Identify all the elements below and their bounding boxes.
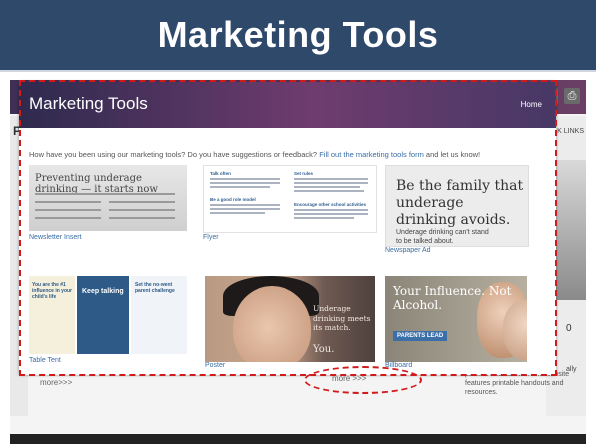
slide-title: Marketing Tools [157, 14, 439, 55]
print-icon[interactable]: ⎙ [564, 88, 580, 104]
annotation-highlight-box [19, 80, 557, 376]
slide-title-bar: Marketing Tools [0, 0, 596, 72]
more-link-left[interactable]: more>>> [40, 378, 72, 387]
right-number: 0 [566, 323, 572, 334]
quick-links-label[interactable]: K LINKS [557, 128, 584, 135]
annotation-highlight-oval [304, 366, 422, 394]
background-bottom-strip [10, 434, 586, 444]
slide: Marketing Tools ↑ ⎙ P K LINKS more>>> mo… [0, 0, 596, 444]
